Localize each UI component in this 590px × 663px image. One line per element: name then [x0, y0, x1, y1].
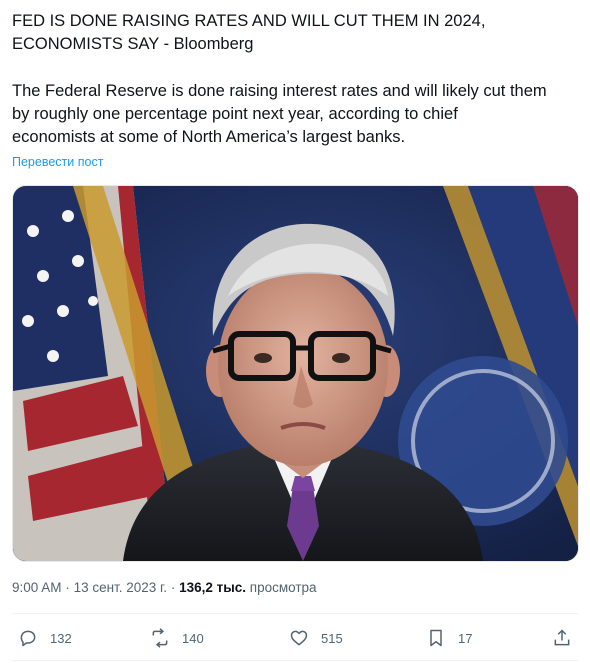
body-line-1: The Federal Reserve is done raising inte… [12, 82, 547, 100]
repost-button[interactable]: 140 [150, 624, 204, 652]
views-count[interactable]: 136,2 тыс. [179, 580, 246, 595]
headline-line-1: FED IS DONE RAISING RATES AND WILL CUT T… [12, 12, 486, 30]
repost-count: 140 [182, 630, 204, 646]
post-date[interactable]: 13 сент. 2023 г. [74, 580, 167, 595]
action-bar: 132 140 515 17 [12, 624, 578, 652]
translate-post-link[interactable]: Перевести пост [12, 155, 103, 169]
post-metadata: 9:00 AM · 13 сент. 2023 г. · 136,2 тыс. … [12, 580, 317, 595]
reply-count: 132 [50, 630, 72, 646]
bottom-divider [12, 660, 578, 661]
reply-button[interactable]: 132 [18, 624, 72, 652]
post-body: The Federal Reserve is done raising inte… [12, 80, 582, 149]
post-time[interactable]: 9:00 AM [12, 580, 62, 595]
photo-illustration [13, 186, 578, 561]
heart-icon [290, 630, 308, 646]
like-count: 515 [321, 630, 343, 646]
bookmark-button[interactable]: 17 [426, 624, 472, 652]
views-label: просмотра [249, 580, 317, 595]
headline-line-2: ECONOMISTS SAY - Bloomberg [12, 35, 254, 53]
body-line-2: by roughly one percentage point next yea… [12, 105, 458, 123]
meta-separator: · [170, 580, 176, 595]
post-headline: FED IS DONE RAISING RATES AND WILL CUT T… [12, 10, 572, 56]
post-photo[interactable] [12, 185, 579, 562]
share-button[interactable] [552, 624, 584, 652]
like-button[interactable]: 515 [289, 624, 343, 652]
repost-icon [152, 628, 168, 648]
bookmark-icon [430, 629, 442, 647]
divider [12, 613, 578, 614]
body-line-3: economists at some of North America’s la… [12, 128, 406, 146]
meta-separator: · [65, 580, 70, 595]
reply-icon [20, 630, 36, 647]
share-icon [554, 629, 570, 646]
bookmark-count: 17 [458, 630, 473, 646]
